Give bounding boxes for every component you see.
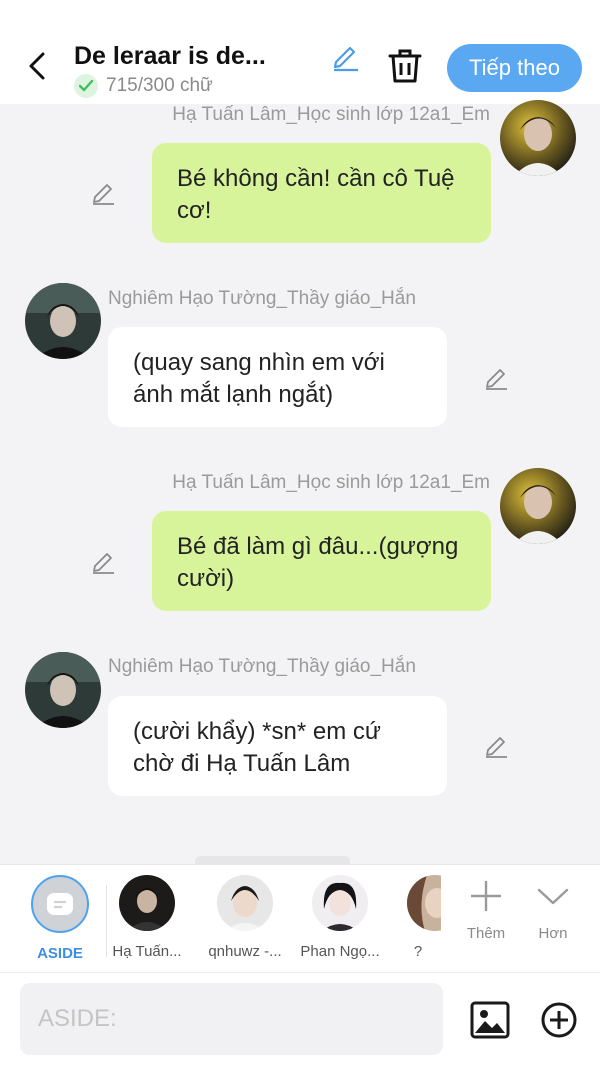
char-count-row: 715/300 chữ [74,74,213,98]
char-count: 715/300 chữ [106,75,213,96]
message-bubble[interactable]: (quay sang nhìn em với ánh mắt lạnh ngắt… [108,327,447,427]
trash-icon [388,49,422,83]
edit-message-button[interactable] [90,547,118,575]
message-bubble[interactable]: Bé đã làm gì đâu...(gượng cười) [152,511,491,611]
chevron-down-icon [537,888,569,905]
message-bubble[interactable]: (cười khẩy) *sn* em cứ chờ đi Hạ Tuấn Lâ… [108,696,447,796]
avatar[interactable] [500,100,576,176]
character-label: Phan Ngọ... [300,943,380,960]
edit-message-button[interactable] [483,731,511,759]
avatar[interactable] [500,468,576,544]
message-input[interactable] [20,983,443,1055]
add-button[interactable] [540,1001,578,1039]
character-item[interactable]: Phan Ngọ... [300,875,380,960]
sender-name: Nghiêm Hạo Tường_Thầy giáo_Hắn [108,288,416,309]
character-avatar [217,875,273,931]
collapse-button[interactable]: Hơn [523,877,583,942]
character-avatar [119,875,175,931]
character-aside[interactable]: ASIDE [20,875,100,962]
pencil-icon [333,46,358,72]
next-button[interactable]: Tiếp theo [447,44,582,92]
character-item[interactable]: ? [395,875,441,960]
character-label: ? [413,943,423,960]
character-label: Hạ Tuấn... [112,943,182,960]
delete-button[interactable] [388,48,422,84]
edit-message-button[interactable] [483,363,511,391]
more-button[interactable]: Thêm [456,877,516,942]
comment-icon [47,893,73,915]
plus-circle-icon [541,1002,577,1038]
back-arrow-icon [29,52,45,80]
composer [0,972,600,1067]
plus-icon [471,881,501,911]
character-item[interactable]: Hạ Tuấn... [107,875,187,960]
check-icon [74,74,98,98]
image-icon [470,1001,510,1039]
character-item[interactable]: qnhuwz -... [205,875,285,960]
collapse-label: Hơn [538,925,568,942]
sender-name: Hạ Tuấn Lâm_Học sinh lớp 12a1_Em [172,472,490,493]
character-avatar [407,875,441,931]
character-avatar [312,875,368,931]
message-bubble[interactable]: Bé không cần! cần cô Tuệ cơ! [152,143,491,243]
character-label: qnhuwz -... [208,943,282,960]
sender-name: Nghiêm Hạo Tường_Thầy giáo_Hắn [108,656,416,677]
pencil-icon [93,184,114,205]
aside-avatar [31,875,89,933]
pencil-icon [93,553,114,574]
pencil-icon [486,737,507,758]
pencil-icon [486,369,507,390]
avatar[interactable] [25,283,101,359]
edit-title-button[interactable] [330,40,362,72]
top-bar: De leraar is de... 715/300 chữ Tiếp theo [0,0,600,104]
back-button[interactable] [20,46,54,86]
sender-name: Hạ Tuấn Lâm_Học sinh lớp 12a1_Em [172,104,490,125]
more-label: Thêm [466,925,506,942]
story-title: De leraar is de... [74,42,266,70]
aside-label: ASIDE [37,945,83,962]
image-button[interactable] [470,1001,510,1039]
avatar[interactable] [25,652,101,728]
edit-message-button[interactable] [90,178,118,206]
character-bar: ASIDE Hạ Tuấn... qnhuwz -... Phan Ngọ...… [0,864,600,972]
